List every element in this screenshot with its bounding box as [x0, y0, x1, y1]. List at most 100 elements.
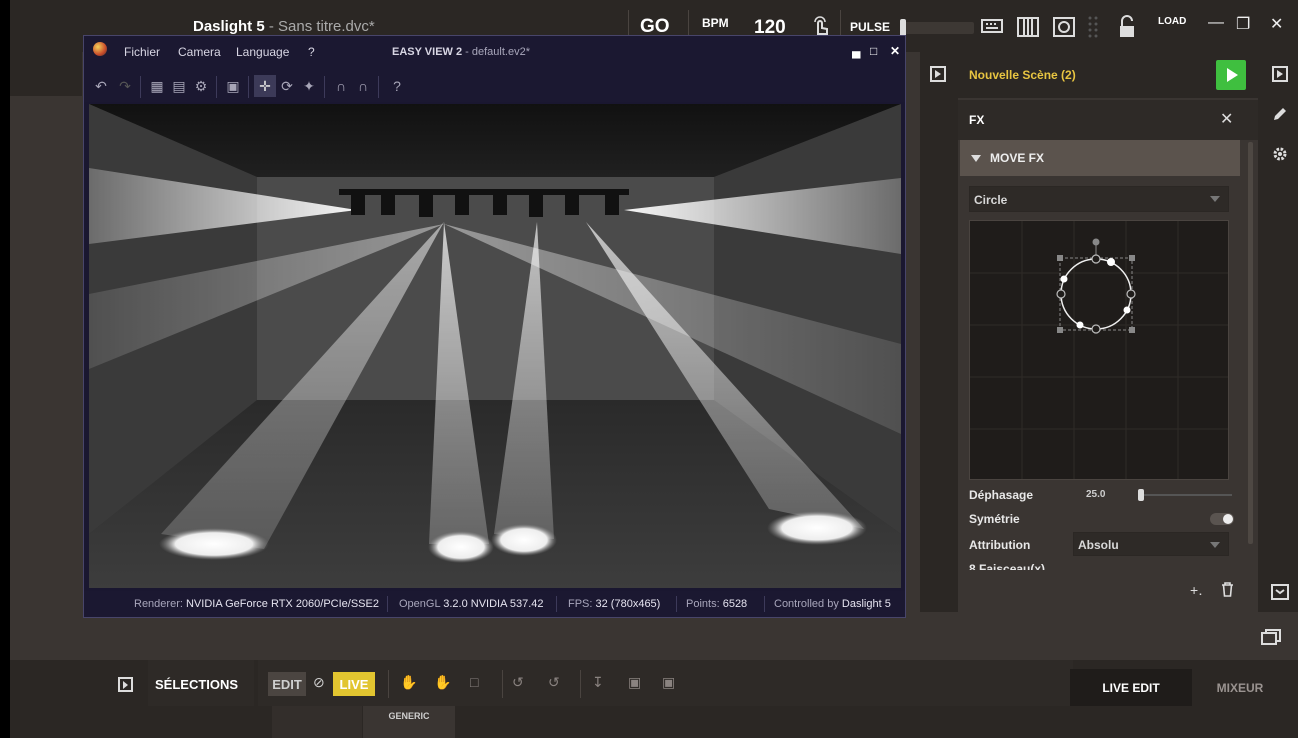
- beams-row-clip: 8 Faisceau(x): [958, 558, 1248, 570]
- save-tray-icon[interactable]: [1270, 582, 1290, 602]
- symmetry-toggle[interactable]: [1210, 513, 1234, 525]
- restore-icon[interactable]: ❐: [1236, 14, 1250, 34]
- unlock-icon[interactable]: [1116, 14, 1138, 40]
- mid-band: [10, 612, 1298, 660]
- chevron-down-icon: [1210, 542, 1220, 548]
- bpm-label: BPM: [702, 16, 729, 30]
- download-icon[interactable]: ↧: [592, 674, 604, 691]
- selections-panel: SÉLECTIONS: [148, 660, 254, 706]
- ev-close-icon[interactable]: ✕: [890, 44, 900, 58]
- fixture-icon[interactable]: ∩: [330, 75, 352, 97]
- pencil-icon[interactable]: [1270, 104, 1290, 124]
- stage-icon[interactable]: ▤: [168, 75, 190, 97]
- load-label[interactable]: LOAD: [1158, 16, 1186, 27]
- hand-multi-icon[interactable]: ✋: [434, 674, 451, 691]
- easy-view-file: - default.ev2*: [462, 46, 530, 58]
- easy-view-logo-icon: [93, 42, 107, 56]
- scene-header: Nouvelle Scène (2): [958, 52, 1258, 98]
- fixture-slot[interactable]: [272, 706, 362, 738]
- document-name: - Sans titre.dvc*: [264, 18, 375, 35]
- scene-name[interactable]: Nouvelle Scène (2): [969, 68, 1076, 82]
- help-icon[interactable]: ?: [386, 75, 408, 97]
- opengl-value: 3.2.0 NVIDIA 537.42: [443, 598, 544, 610]
- zoom-tool-icon[interactable]: ✦: [298, 75, 320, 97]
- eye-off-icon[interactable]: ⊘: [313, 674, 325, 691]
- panel-toggle-icon[interactable]: [930, 66, 946, 82]
- keyboard-icon[interactable]: [980, 16, 1004, 36]
- bottom-panel: SÉLECTIONS EDIT ⊘ LIVE ✋ ✋ □ ↺ ↺ ↧ ▣ ▣ L…: [10, 660, 1298, 738]
- easy-view-window: Fichier Camera Language ? EASY VIEW 2 - …: [83, 35, 906, 618]
- reset-selection-icon[interactable]: ↺: [548, 674, 560, 691]
- shape-editor[interactable]: [969, 220, 1229, 480]
- shape-select[interactable]: Circle: [969, 186, 1229, 212]
- app-title: Daslight 5 - Sans titre.dvc*: [193, 18, 375, 35]
- window-icon[interactable]: [1260, 628, 1282, 646]
- collapse-triangle-icon: [971, 155, 981, 162]
- tab-mixeur[interactable]: MIXEUR: [1192, 669, 1288, 706]
- live-button[interactable]: LIVE: [333, 672, 375, 696]
- panel-scrollbar[interactable]: [1248, 142, 1253, 544]
- rotate-tool-icon[interactable]: ⟳: [276, 75, 298, 97]
- focus-icon[interactable]: □: [470, 674, 478, 690]
- undo-icon[interactable]: ↶: [90, 75, 112, 97]
- settings-icon[interactable]: ⚙: [190, 75, 212, 97]
- menu-help[interactable]: ?: [308, 45, 315, 59]
- reset-all-icon[interactable]: ↺: [512, 674, 524, 691]
- hand-icon[interactable]: ✋: [400, 674, 417, 691]
- trash-icon[interactable]: [1221, 582, 1234, 600]
- divider: [248, 76, 249, 98]
- tab-live-edit[interactable]: LIVE EDIT: [1070, 669, 1192, 706]
- edit-button[interactable]: EDIT: [268, 672, 306, 696]
- camera-icon[interactable]: ▣: [628, 674, 641, 691]
- menu-language[interactable]: Language: [236, 45, 289, 59]
- scene-panel: Nouvelle Scène (2) FX ✕ MOVE FX Circle D…: [958, 52, 1258, 612]
- selections-toggle-icon[interactable]: [118, 677, 133, 692]
- ev-maximize-icon[interactable]: □: [870, 44, 877, 58]
- gear-icon[interactable]: [1270, 144, 1290, 164]
- 3d-viewport[interactable]: [89, 104, 901, 588]
- add-fx-icon[interactable]: +․: [1190, 582, 1203, 599]
- fps-info: FPS: 32 (780x465): [568, 598, 661, 610]
- layout-icon[interactable]: ▦: [146, 75, 168, 97]
- attribution-label: Attribution: [969, 538, 1031, 552]
- divider: [764, 596, 765, 612]
- play-panel-icon[interactable]: [1272, 66, 1288, 82]
- fx-title: FX: [969, 113, 985, 127]
- phase-slider[interactable]: [1138, 489, 1232, 501]
- divider: [676, 596, 677, 612]
- play-button[interactable]: [1216, 60, 1246, 90]
- shape-select-value: Circle: [974, 193, 1008, 207]
- beams-label: 8 Faisceau(x): [969, 562, 1046, 570]
- controlled-by-info: Controlled by Daslight 5: [774, 598, 891, 610]
- right-tool-strip: [1258, 52, 1298, 612]
- move-tool-icon[interactable]: ✛: [254, 75, 276, 97]
- piano-icon[interactable]: [1016, 16, 1040, 38]
- menu-camera[interactable]: Camera: [178, 45, 221, 59]
- fx-header: FX ✕: [958, 100, 1258, 140]
- move-fx-label: MOVE FX: [990, 151, 1045, 165]
- move-fx-section[interactable]: MOVE FX: [960, 140, 1240, 176]
- image-icon[interactable]: ▣: [222, 75, 244, 97]
- circle-shape-preview: [970, 221, 1228, 479]
- divider: [324, 76, 325, 98]
- close-fx-icon[interactable]: ✕: [1220, 109, 1233, 129]
- generic-column[interactable]: GENERIC: [363, 706, 455, 738]
- ev-minimize-icon[interactable]: ▄: [852, 44, 861, 58]
- redo-icon[interactable]: ↷: [114, 75, 136, 97]
- close-icon[interactable]: ✕: [1270, 14, 1283, 34]
- attribution-select[interactable]: Absolu: [1073, 532, 1229, 556]
- renderer-value: NVIDIA GeForce RTX 2060/PCIe/SSE2: [185, 598, 379, 610]
- minimize-icon[interactable]: —: [1208, 14, 1224, 32]
- camera-settings-icon[interactable]: ▣: [662, 674, 675, 691]
- divider: [378, 76, 379, 98]
- workspace-strip: [10, 52, 82, 96]
- opengl-info: OpenGL 3.2.0 NVIDIA 537.42: [399, 598, 544, 610]
- phase-value[interactable]: 25.0: [1086, 489, 1105, 500]
- speaker-icon[interactable]: [1052, 16, 1076, 38]
- magnet-icon[interactable]: ∩: [352, 75, 374, 97]
- controlled-by-value: Daslight 5: [841, 598, 891, 610]
- menu-fichier[interactable]: Fichier: [124, 45, 160, 59]
- grid-dots-icon[interactable]: [1086, 14, 1100, 40]
- pulse-slider[interactable]: [900, 19, 974, 37]
- divider: [387, 596, 388, 612]
